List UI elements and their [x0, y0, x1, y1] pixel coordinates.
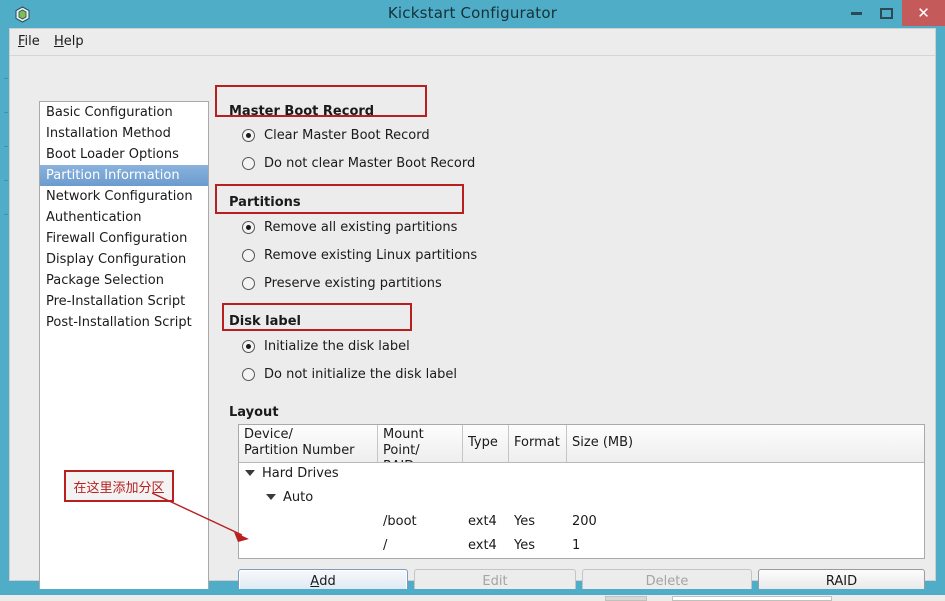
radio-indicator-init-disk-label: [242, 340, 255, 353]
sidebar-item-boot-loader-options[interactable]: Boot Loader Options: [40, 144, 208, 165]
cell-size: 1: [572, 538, 581, 553]
radio-preserve-partitions[interactable]: Preserve existing partitions: [242, 276, 442, 291]
cell-device: Hard Drives: [262, 466, 339, 481]
window-title: Kickstart Configurator: [387, 4, 558, 22]
cell-type: ext4: [468, 514, 497, 529]
annotation-note: 在这里添加分区: [64, 470, 174, 502]
column-header-mount-line2: RAID: [383, 459, 457, 462]
radio-remove-linux-partitions[interactable]: Remove existing Linux partitions: [242, 248, 477, 263]
tree-node-auto[interactable]: Auto: [266, 490, 313, 505]
column-header-mount-point[interactable]: Mount Point/ RAID: [378, 425, 463, 462]
chevron-down-icon[interactable]: [266, 493, 276, 500]
table-row[interactable]: / ext4 Yes 1: [239, 535, 924, 558]
frame-tick: [4, 146, 8, 147]
column-header-mount-line1: Mount Point/: [383, 427, 424, 458]
column-header-device-line1: Device/: [244, 427, 293, 442]
sidebar-item-basic-configuration[interactable]: Basic Configuration: [40, 102, 208, 123]
cell-mount-point: /boot: [383, 514, 417, 529]
minimize-button[interactable]: [842, 0, 870, 26]
sidebar-item-authentication[interactable]: Authentication: [40, 207, 208, 228]
cell-device: Auto: [283, 490, 314, 505]
title-bar: Kickstart Configurator ✕: [0, 0, 945, 28]
radio-label-remove-all: Remove all existing partitions: [264, 220, 458, 235]
maximize-icon: [879, 7, 893, 19]
radio-label-init-disk-label: Initialize the disk label: [264, 339, 410, 354]
table-row[interactable]: /boot ext4 Yes 200: [239, 511, 924, 535]
close-icon: ✕: [917, 3, 930, 22]
taskbar-strip: [0, 589, 945, 601]
cell-format: Yes: [514, 514, 535, 529]
group-title-mbr: Master Boot Record: [229, 104, 375, 119]
radio-label-clear-mbr: Clear Master Boot Record: [264, 128, 430, 143]
cell-mount-point: /: [383, 538, 388, 553]
sidebar-item-firewall-configuration[interactable]: Firewall Configuration: [40, 228, 208, 249]
radio-keep-mbr[interactable]: Do not clear Master Boot Record: [242, 156, 475, 171]
group-title-disk-label: Disk label: [229, 314, 301, 329]
sidebar-item-installation-method[interactable]: Installation Method: [40, 123, 208, 144]
radio-indicator-no-init-disk-label: [242, 368, 255, 381]
sidebar-item-post-installation-script[interactable]: Post-Installation Script: [40, 312, 208, 333]
radio-label-preserve: Preserve existing partitions: [264, 276, 442, 291]
minimize-icon: [850, 11, 862, 15]
taskbar-accent: [0, 589, 945, 595]
cell-type: ext4: [468, 538, 497, 553]
frame-tick: [4, 78, 8, 79]
chevron-down-icon[interactable]: [245, 469, 255, 476]
add-button-rest: dd: [319, 573, 336, 589]
sidebar-item-display-configuration[interactable]: Display Configuration: [40, 249, 208, 270]
radio-indicator-preserve: [242, 277, 255, 290]
close-button[interactable]: ✕: [902, 0, 945, 26]
cell-format: Yes: [514, 538, 535, 553]
sidebar-item-pre-installation-script[interactable]: Pre-Installation Script: [40, 291, 208, 312]
frame-tick: [4, 180, 8, 181]
radio-indicator-keep-mbr: [242, 157, 255, 170]
tree-header-row: Device/ Partition Number Mount Point/ RA…: [239, 425, 924, 463]
table-row[interactable]: Auto: [239, 487, 924, 511]
radio-no-initialize-disk-label[interactable]: Do not initialize the disk label: [242, 367, 457, 382]
frame-tick: [4, 214, 8, 215]
radio-label-keep-mbr: Do not clear Master Boot Record: [264, 156, 476, 171]
column-header-format[interactable]: Format: [509, 425, 567, 462]
taskbar-item[interactable]: [605, 596, 647, 601]
radio-indicator-remove-all: [242, 221, 255, 234]
radio-clear-mbr[interactable]: Clear Master Boot Record: [242, 128, 430, 143]
radio-label-no-init-disk-label: Do not initialize the disk label: [264, 367, 458, 382]
group-title-layout: Layout: [229, 405, 279, 420]
column-header-device-line2: Partition Number: [244, 443, 355, 458]
navigation-list[interactable]: Basic Configuration Installation Method …: [39, 101, 209, 598]
sidebar-item-package-selection[interactable]: Package Selection: [40, 270, 208, 291]
cell-size: 200: [572, 514, 597, 529]
radio-indicator-remove-linux: [242, 249, 255, 262]
group-title-partitions: Partitions: [229, 195, 301, 210]
partition-layout-tree[interactable]: Device/ Partition Number Mount Point/ RA…: [238, 424, 925, 559]
radio-remove-all-partitions[interactable]: Remove all existing partitions: [242, 220, 457, 235]
radio-indicator-clear-mbr: [242, 129, 255, 142]
sidebar-item-partition-information[interactable]: Partition Information: [40, 165, 208, 186]
radio-initialize-disk-label[interactable]: Initialize the disk label: [242, 339, 410, 354]
column-header-type[interactable]: Type: [463, 425, 509, 462]
column-header-size[interactable]: Size (MB): [567, 425, 737, 462]
add-button-mnemonic: A: [310, 573, 320, 589]
tree-node-hard-drives[interactable]: Hard Drives: [245, 466, 339, 481]
radio-label-remove-linux: Remove existing Linux partitions: [264, 248, 478, 263]
maximize-button[interactable]: [872, 0, 900, 26]
taskbar-item[interactable]: [672, 596, 832, 601]
table-row[interactable]: Hard Drives: [239, 463, 924, 487]
sidebar-item-network-configuration[interactable]: Network Configuration: [40, 186, 208, 207]
frame-tick: [4, 112, 8, 113]
column-header-device[interactable]: Device/ Partition Number: [239, 425, 378, 462]
